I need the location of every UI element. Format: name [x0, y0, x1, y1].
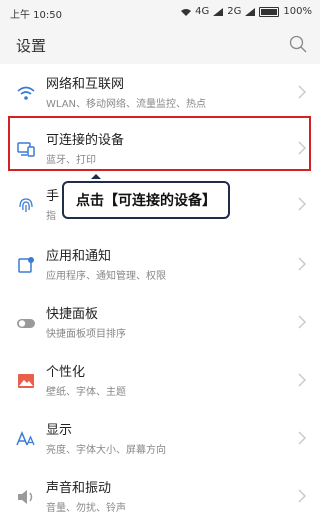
text-size-icon	[16, 431, 35, 446]
search-icon[interactable]	[288, 34, 308, 54]
signal-icon-2	[245, 7, 256, 16]
chevron-right-icon	[298, 373, 306, 387]
settings-item-subtitle: WLAN、移动网络、流量监控、热点	[46, 99, 207, 110]
signal-icon	[213, 7, 224, 16]
speaker-icon	[18, 490, 33, 504]
page-header: 设置	[0, 24, 320, 64]
toggle-icon	[17, 319, 35, 328]
settings-item-network[interactable]: 网络和互联网 WLAN、移动网络、流量监控、热点	[0, 64, 320, 122]
chevron-right-icon	[298, 315, 306, 329]
callout-text: 点击【可连接的设备】	[76, 193, 216, 209]
page-title: 设置	[16, 37, 47, 55]
settings-item-sound[interactable]: 声音和振动 音量、勿扰、铃声	[0, 468, 320, 526]
wifi-icon	[17, 86, 35, 100]
chevron-right-icon	[298, 85, 306, 99]
network-label-2: 2G	[227, 6, 242, 17]
chevron-right-icon	[298, 257, 306, 271]
settings-item-subtitle: 亮度、字体大小、屏幕方向	[46, 445, 166, 456]
settings-item-subtitle: 指	[46, 211, 56, 222]
settings-item-subtitle: 应用程序、通知管理、权限	[46, 271, 166, 282]
settings-item-subtitle: 壁纸、字体、主题	[46, 387, 126, 398]
apps-icon	[18, 257, 34, 273]
fingerprint-icon	[19, 198, 33, 212]
settings-item-label: 显示	[46, 423, 73, 438]
settings-item-apps[interactable]: 应用和通知 应用程序、通知管理、权限	[0, 236, 320, 294]
settings-item-label: 个性化	[46, 365, 86, 380]
settings-item-display[interactable]: 显示 亮度、字体大小、屏幕方向	[0, 410, 320, 468]
status-icons: 4G 2G 100%	[181, 6, 312, 17]
battery-icon	[259, 6, 280, 17]
wifi-status-icon	[181, 8, 192, 16]
chevron-right-icon	[298, 489, 306, 503]
status-bar: 上午 10:50 4G 2G 100%	[0, 0, 320, 24]
settings-item-subtitle: 快捷面板项目排序	[46, 329, 126, 340]
instruction-callout: 点击【可连接的设备】	[62, 181, 230, 219]
settings-item-label: 快捷面板	[46, 307, 99, 322]
settings-item-quick-panel[interactable]: 快捷面板 快捷面板项目排序	[0, 294, 320, 352]
chevron-right-icon	[298, 431, 306, 445]
battery-level: 100%	[283, 6, 312, 17]
status-time: 上午 10:50	[10, 10, 62, 21]
settings-item-label: 应用和通知	[46, 249, 112, 264]
settings-item-personalize[interactable]: 个性化 壁纸、字体、主题	[0, 352, 320, 410]
network-label: 4G	[195, 6, 210, 17]
highlight-frame	[8, 116, 311, 171]
image-icon	[18, 374, 34, 388]
settings-item-label: 手	[46, 189, 60, 204]
settings-item-label: 声音和振动	[46, 481, 112, 496]
settings-item-label: 网络和互联网	[46, 77, 125, 92]
chevron-right-icon	[298, 197, 306, 211]
